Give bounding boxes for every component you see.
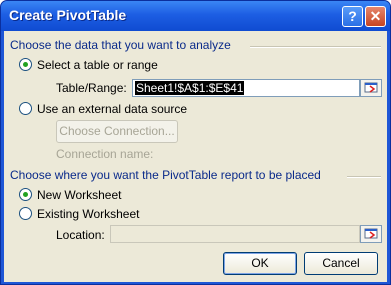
title-bar[interactable]: Create PivotTable ? ✕ — [1, 1, 390, 31]
close-button[interactable]: ✕ — [365, 6, 386, 27]
location-input[interactable] — [110, 225, 360, 243]
ok-button[interactable]: OK — [223, 252, 297, 275]
table-range-value: Sheet1!$A$1:$E$41 — [135, 81, 245, 95]
radio-existing-worksheet[interactable] — [19, 207, 32, 220]
dialog-body: Choose the data that you want to analyze… — [4, 31, 387, 282]
radio-selected-dot — [23, 62, 28, 67]
create-pivottable-dialog: Create PivotTable ? ✕ Choose the data th… — [0, 0, 391, 285]
location-label: Location: — [56, 228, 105, 242]
collapse-dialog-icon — [364, 82, 378, 93]
section-divider — [347, 176, 381, 178]
dialog-title: Create PivotTable — [9, 7, 127, 23]
radio-external-source-label[interactable]: Use an external data source — [37, 102, 187, 116]
choose-connection-button[interactable]: Choose Connection... — [56, 120, 178, 143]
radio-select-table-range-label[interactable]: Select a table or range — [37, 58, 158, 72]
radio-external-source[interactable] — [19, 102, 32, 115]
placement-section-heading: Choose where you want the PivotTable rep… — [10, 168, 321, 182]
cancel-button[interactable]: Cancel — [304, 252, 378, 275]
table-range-label: Table/Range: — [56, 81, 127, 95]
radio-new-worksheet[interactable] — [19, 188, 32, 201]
section-divider — [250, 46, 381, 48]
radio-select-table-range[interactable] — [19, 58, 32, 71]
connection-name-label: Connection name: — [56, 147, 154, 161]
table-range-collapse-button[interactable] — [360, 79, 382, 97]
collapse-dialog-icon — [364, 228, 378, 239]
help-button[interactable]: ? — [342, 6, 363, 27]
table-range-input[interactable]: Sheet1!$A$1:$E$41 — [132, 79, 360, 97]
radio-selected-dot — [23, 192, 28, 197]
data-section-heading: Choose the data that you want to analyze — [10, 38, 231, 52]
location-collapse-button[interactable] — [360, 225, 382, 243]
radio-new-worksheet-label[interactable]: New Worksheet — [37, 188, 121, 202]
radio-existing-worksheet-label[interactable]: Existing Worksheet — [37, 207, 140, 221]
